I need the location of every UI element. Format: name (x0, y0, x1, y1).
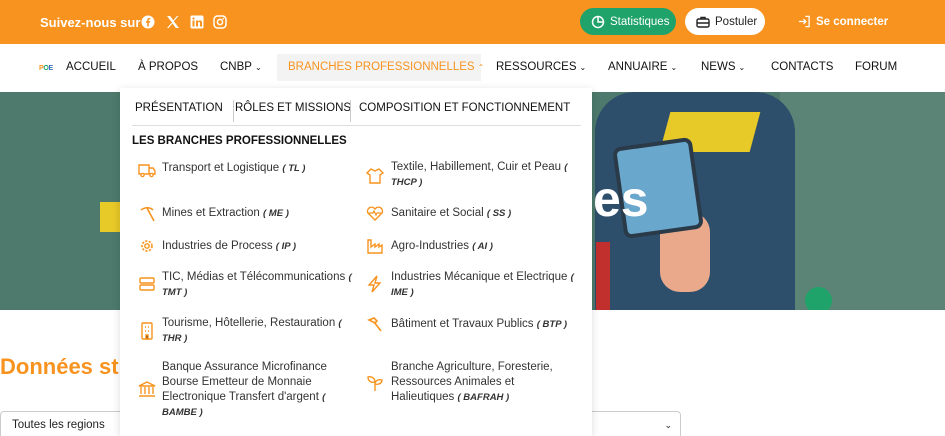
nav-item-contacts[interactable]: CONTACTS (771, 61, 833, 73)
server-icon (139, 277, 155, 291)
hotel-icon (141, 322, 153, 340)
branch-link[interactable]: Sanitaire et Social ( SS ) (391, 206, 581, 221)
chevron-down-icon: ⌄ (664, 420, 672, 430)
nav-item-label: ANNUAIRE (608, 61, 668, 73)
branch-link[interactable]: Branche Agriculture, Foresterie, Ressour… (391, 360, 571, 405)
branch-link[interactable]: Textile, Habillement, Cuir et Peau ( THC… (391, 160, 581, 190)
branch-code: ( BAFRAH ) (457, 392, 510, 403)
branch-code: ( IP ) (275, 241, 297, 252)
gear-icon (141, 240, 153, 252)
region-select-value: Toutes les regions (12, 419, 105, 431)
nav-item-forum[interactable]: FORUM (855, 61, 897, 73)
login-icon (798, 15, 810, 28)
dropdown-tabs: PRÉSENTATION RÔLES ET MISSIONS COMPOSITI… (132, 96, 581, 126)
logo-letter: E (48, 65, 54, 72)
branch-link[interactable]: Mines et Extraction ( ME ) (162, 206, 352, 221)
branch-label: Sanitaire et Social (391, 207, 484, 219)
branch-code: ( AI ) (472, 241, 493, 252)
branch-link[interactable]: Bâtiment et Travaux Publics ( BTP ) (391, 317, 581, 332)
hero-dot (805, 287, 832, 310)
branch-label: Industries de Process (162, 240, 273, 252)
plant-icon (367, 376, 383, 391)
branch-code: ( TL ) (282, 163, 306, 174)
branch-label: Transport et Logistique (162, 162, 280, 174)
chevron-down-icon: ⌄ (670, 63, 678, 72)
branch-code: ( SS ) (486, 208, 512, 219)
bank-icon (138, 381, 156, 397)
login-link[interactable]: Se connecter (798, 15, 888, 28)
branch-label: Bâtiment et Travaux Publics (391, 318, 534, 330)
main-nav: POE ACCUEIL À PROPOS CNBP ⌄ BRANCHES PROF… (0, 44, 945, 92)
heart-pulse-icon (366, 206, 384, 221)
x-icon[interactable] (166, 15, 180, 29)
nav-item-label: CNBP (220, 61, 252, 73)
branches-dropdown: PRÉSENTATION RÔLES ET MISSIONS COMPOSITI… (120, 88, 592, 436)
branch-label: Textile, Habillement, Cuir et Peau (391, 161, 562, 173)
branch-link[interactable]: Tourisme, Hôtellerie, Restauration ( THR… (162, 316, 352, 346)
chevron-up-icon: ⌃ (477, 63, 485, 72)
logo[interactable]: POE (39, 65, 53, 72)
hero-bg-shape (780, 92, 945, 310)
branch-label: Banque Assurance Microfinance Bourse Eme… (162, 361, 327, 403)
branch-link[interactable]: TIC, Médias et Télécommunications ( TMT … (162, 270, 352, 300)
factory-icon (367, 239, 383, 254)
branch-label: TIC, Médias et Télécommunications (162, 271, 346, 283)
briefcase-icon (696, 16, 710, 28)
nav-item-cnbp[interactable]: CNBP ⌄ (220, 61, 262, 73)
branch-link[interactable]: Industries de Process ( IP ) (162, 239, 352, 254)
nav-item-a-propos[interactable]: À PROPOS (138, 61, 198, 73)
apply-button[interactable]: Postuler (685, 8, 765, 35)
hero-accent (596, 242, 610, 310)
instagram-icon[interactable] (213, 15, 227, 29)
nav-item-annuaire[interactable]: ANNUAIRE ⌄ (608, 61, 677, 73)
branch-code: ( ME ) (263, 208, 289, 219)
top-bar: Suivez-nous sur : Statistiques Postuler … (0, 0, 945, 44)
tab-roles-missions[interactable]: RÔLES ET MISSIONS (235, 102, 351, 114)
pickaxe-icon (140, 206, 155, 222)
chart-pie-icon (591, 15, 605, 28)
nav-item-label: NEWS (701, 61, 736, 73)
tab-presentation[interactable]: PRÉSENTATION (135, 102, 223, 114)
chevron-down-icon: ⌄ (579, 63, 587, 72)
branches-heading: LES BRANCHES PROFESSIONNELLES (132, 135, 347, 147)
tab-composition[interactable]: COMPOSITION ET FONCTIONNEMENT (359, 102, 570, 114)
chevron-down-icon: ⌄ (738, 63, 746, 72)
branch-link[interactable]: Banque Assurance Microfinance Bourse Eme… (162, 360, 342, 420)
linkedin-icon[interactable] (190, 15, 204, 29)
chevron-down-icon: ⌄ (254, 63, 262, 72)
nav-item-news[interactable]: NEWS ⌄ (701, 61, 745, 73)
divider (233, 100, 234, 122)
hero-title: es (593, 171, 649, 227)
statistics-button[interactable]: Statistiques (580, 8, 676, 35)
nav-item-accueil[interactable]: ACCUEIL (66, 61, 116, 73)
nav-item-label: RESSOURCES (496, 61, 577, 73)
nav-item-label: BRANCHES PROFESSIONNELLES (288, 61, 475, 73)
hero-accent (100, 202, 120, 232)
hammer-icon (367, 317, 382, 332)
lightning-icon (367, 275, 382, 293)
nav-item-branches[interactable]: BRANCHES PROFESSIONNELLES ⌃ (288, 61, 484, 73)
branch-link[interactable]: Transport et Logistique ( TL ) (162, 161, 352, 176)
shirt-icon (366, 168, 384, 184)
stats-title: Données st (0, 354, 119, 379)
branch-label: Agro-Industries (391, 240, 469, 252)
divider (350, 100, 351, 122)
nav-item-ressources[interactable]: RESSOURCES ⌄ (496, 61, 586, 73)
login-label: Se connecter (816, 15, 889, 28)
facebook-icon[interactable] (141, 15, 155, 29)
apply-label: Postuler (715, 15, 758, 28)
truck-icon (138, 164, 156, 178)
branch-label: Mines et Extraction (162, 207, 260, 219)
branch-label: Industries Mécanique et Electrique (391, 271, 568, 283)
branch-code: ( BTP ) (536, 319, 568, 330)
statistics-label: Statistiques (610, 15, 670, 28)
branch-label: Tourisme, Hôtellerie, Restauration (162, 317, 336, 329)
follow-us-label: Suivez-nous sur : (40, 15, 149, 30)
branch-link[interactable]: Agro-Industries ( AI ) (391, 239, 581, 254)
branch-link[interactable]: Industries Mécanique et Electrique ( IME… (391, 270, 581, 300)
